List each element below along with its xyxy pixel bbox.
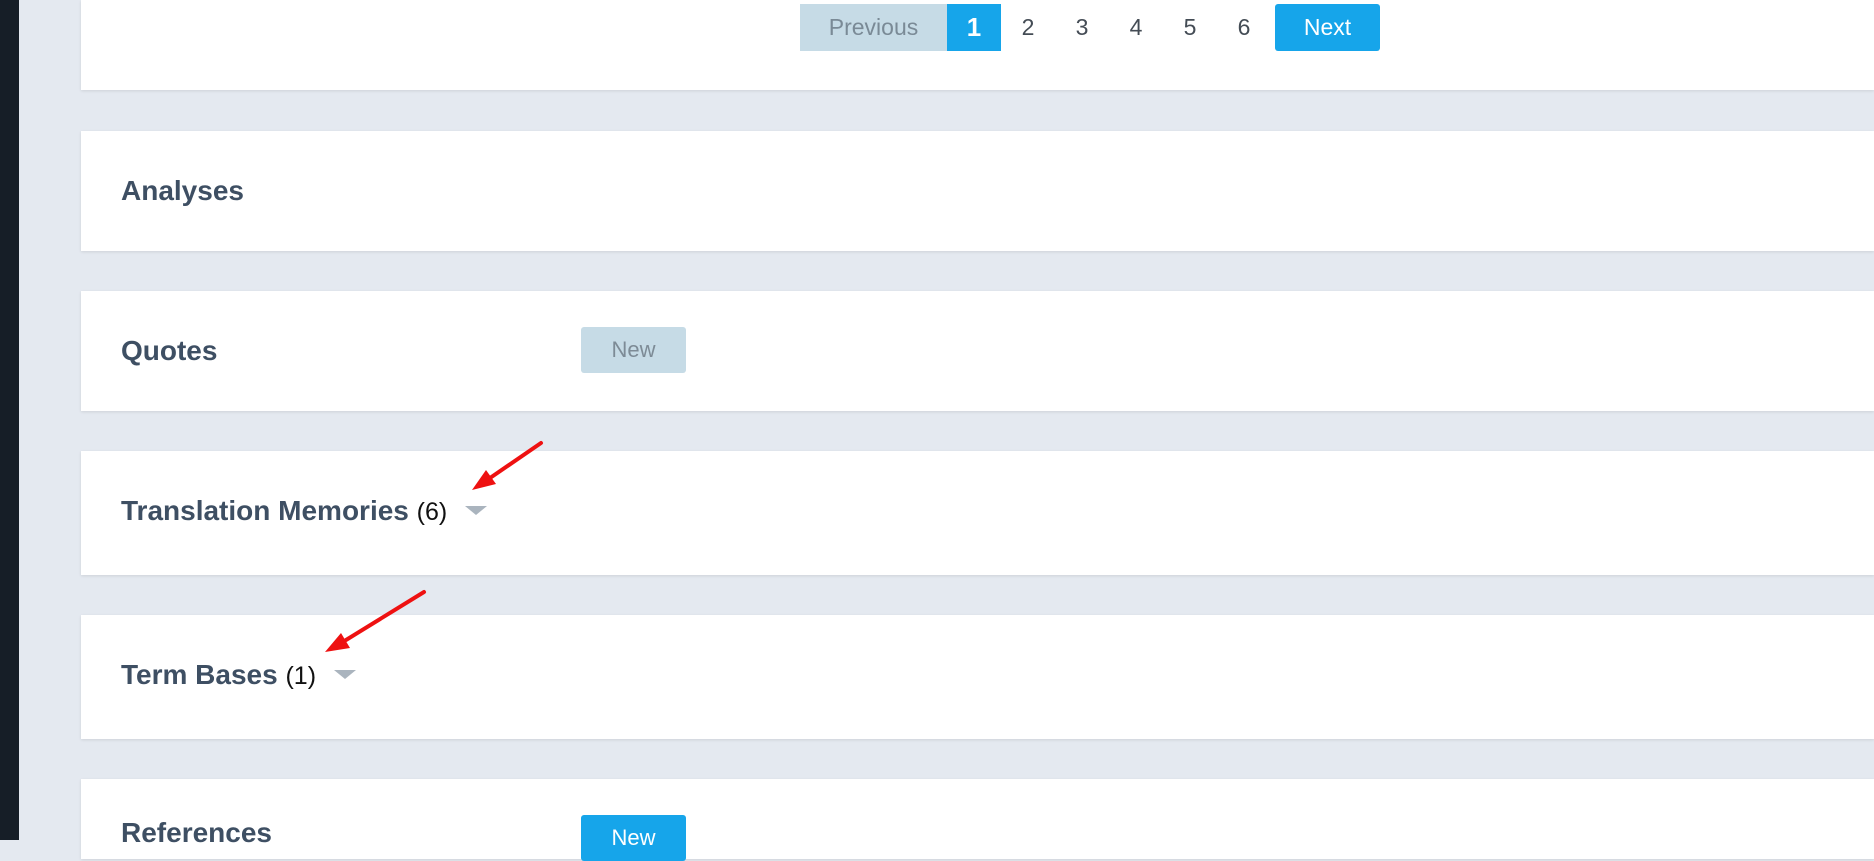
previous-page-button[interactable]: Previous (800, 4, 947, 51)
term-bases-count: (1) (285, 662, 317, 690)
translation-memories-card: Translation Memories (6) (81, 451, 1874, 575)
analyses-title: Analyses (121, 175, 244, 206)
term-bases-card: Term Bases (1) (81, 615, 1874, 739)
page-6-button[interactable]: 6 (1217, 4, 1271, 51)
quotes-new-button[interactable]: New (581, 327, 686, 373)
translation-memories-count: (6) (416, 498, 448, 526)
pagination-card: Previous 1 2 3 4 5 6 Next (81, 0, 1874, 90)
page-3-button[interactable]: 3 (1055, 4, 1109, 51)
translation-memories-title: Translation Memories (121, 495, 409, 526)
page-2-button[interactable]: 2 (1001, 4, 1055, 51)
left-dark-rail (0, 0, 19, 840)
caret-down-icon[interactable] (465, 506, 487, 516)
page-1-button[interactable]: 1 (947, 4, 1001, 51)
page-5-button[interactable]: 5 (1163, 4, 1217, 51)
references-title: References (121, 817, 272, 848)
caret-down-icon[interactable] (333, 670, 356, 680)
references-new-button[interactable]: New (581, 815, 686, 861)
term-bases-header[interactable]: Term Bases (1) (121, 659, 356, 691)
pagination: Previous 1 2 3 4 5 6 Next (800, 4, 1380, 51)
page-4-button[interactable]: 4 (1109, 4, 1163, 51)
quotes-title: Quotes (121, 335, 218, 366)
analyses-card: Analyses (81, 131, 1874, 251)
next-page-button[interactable]: Next (1275, 4, 1380, 51)
translation-memories-header[interactable]: Translation Memories (6) (121, 495, 487, 527)
references-card: References New (81, 779, 1874, 861)
quotes-card: Quotes New (81, 291, 1874, 411)
term-bases-title: Term Bases (121, 659, 278, 690)
